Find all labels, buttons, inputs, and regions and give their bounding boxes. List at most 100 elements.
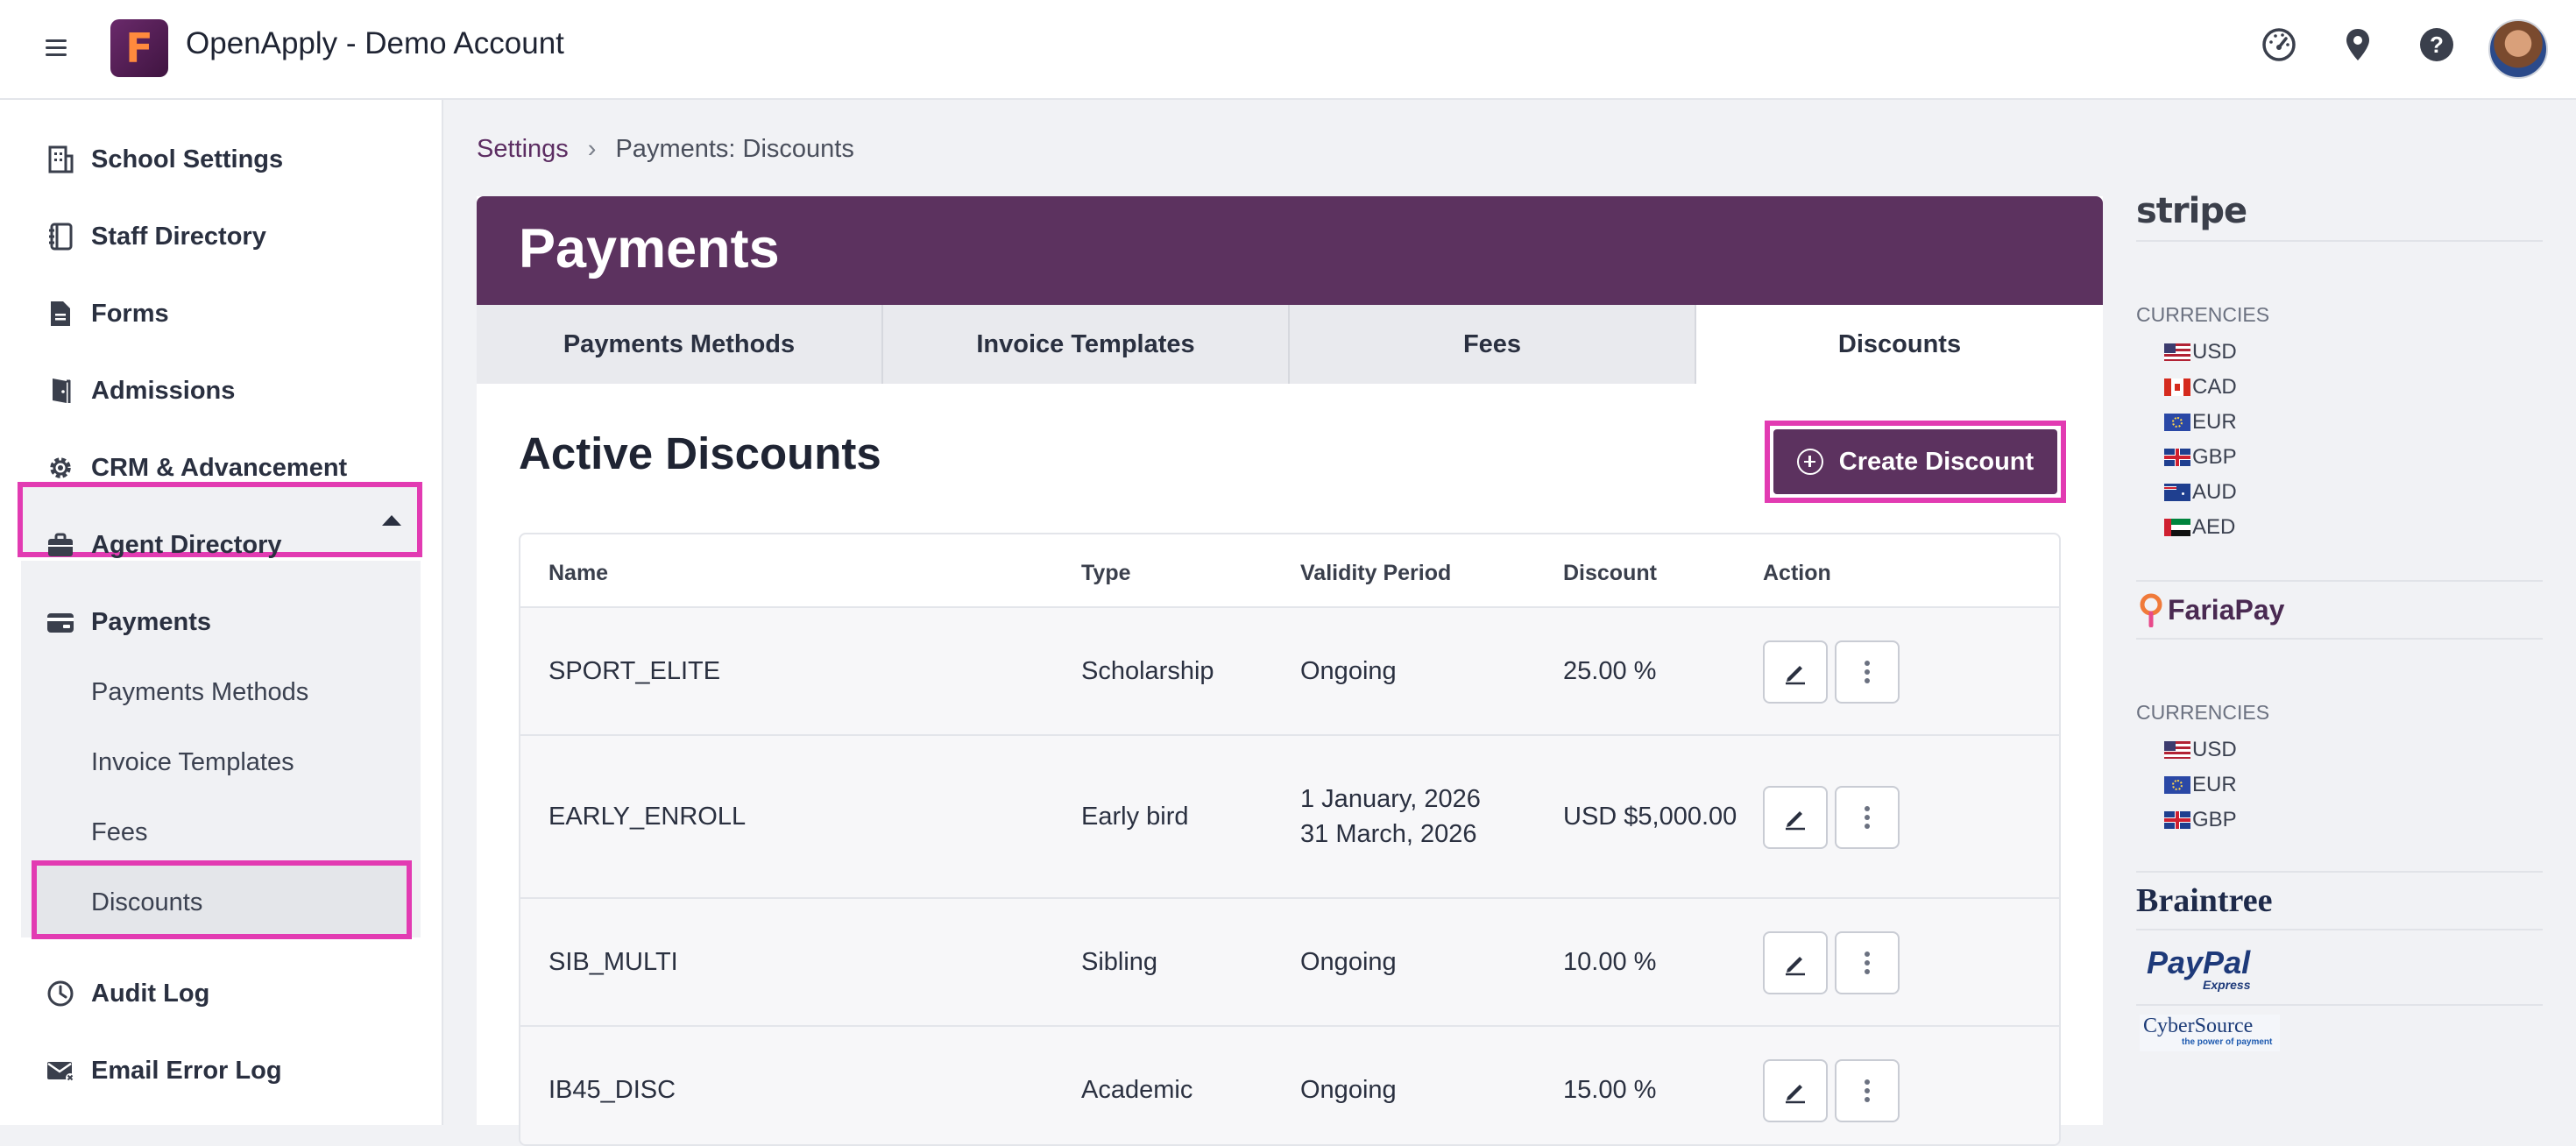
tab-discounts[interactable]: Discounts xyxy=(1696,305,2103,384)
edit-button[interactable] xyxy=(1763,786,1828,849)
cell-discount: 10.00 % xyxy=(1563,948,1657,976)
cell-validity-end: 31 March, 2026 xyxy=(1300,820,1477,848)
eu-flag-icon xyxy=(2164,776,2190,794)
vertical-dots-icon xyxy=(1865,951,1870,974)
divider xyxy=(2136,638,2543,640)
sidebar-item-admissions[interactable]: Admissions xyxy=(46,364,235,417)
currency-label: USD xyxy=(2192,340,2237,364)
vertical-dots-icon xyxy=(1865,1079,1870,1102)
currency-usd: USD xyxy=(2164,340,2237,364)
sidebar-item-staff-directory[interactable]: Staff Directory xyxy=(46,210,266,263)
discounts-highlight xyxy=(32,860,412,939)
sidebar-item-label: CRM & Advancement xyxy=(91,453,348,482)
sidebar-item-label: Payments xyxy=(91,607,212,636)
eu-flag-icon xyxy=(2164,414,2190,431)
mail-error-icon xyxy=(46,1056,75,1086)
sidebar-subitem-fees[interactable]: Fees xyxy=(91,818,147,847)
hamburger-menu-icon[interactable] xyxy=(46,35,67,61)
divider xyxy=(2136,929,2543,930)
help-icon[interactable]: ? xyxy=(2418,26,2455,63)
sidebar-subitem-payments-methods[interactable]: Payments Methods xyxy=(91,678,308,707)
sidebar-item-agent-directory[interactable]: Agent Directory xyxy=(46,519,282,571)
column-header-name: Name xyxy=(548,561,609,585)
braintree-label: Braintree xyxy=(2136,882,2273,919)
pencil-icon xyxy=(1786,811,1805,831)
tab-invoice-templates[interactable]: Invoice Templates xyxy=(883,305,1290,384)
fariapay-icon xyxy=(2140,593,2162,627)
cybersource-tagline: the power of payment xyxy=(2182,1037,2273,1047)
vertical-dots-icon xyxy=(1865,661,1870,683)
sidebar-item-label: School Settings xyxy=(91,145,284,173)
more-options-button[interactable] xyxy=(1835,786,1900,849)
user-avatar[interactable] xyxy=(2488,19,2548,79)
breadcrumb-settings-link[interactable]: Settings xyxy=(477,135,569,163)
uk-flag-icon xyxy=(2164,811,2190,829)
divider xyxy=(2136,1004,2543,1006)
sidebar-subitem-invoice-templates[interactable]: Invoice Templates xyxy=(91,748,294,777)
us-flag-icon xyxy=(2164,343,2190,361)
location-pin-icon[interactable] xyxy=(2339,26,2376,63)
edit-button[interactable] xyxy=(1763,931,1828,994)
table-row: SIB_MULTI Sibling Ongoing 10.00 % xyxy=(520,897,2059,1025)
plus-circle-icon xyxy=(1796,449,1823,475)
tab-payments-methods[interactable]: Payments Methods xyxy=(477,305,883,384)
divider xyxy=(2136,240,2543,242)
sidebar-item-label: Agent Directory xyxy=(91,530,282,559)
cell-validity: Ongoing xyxy=(1300,948,1397,976)
currency-label: GBP xyxy=(2192,808,2237,831)
panel-header: Payments xyxy=(477,196,2103,305)
briefcase-icon xyxy=(46,530,75,560)
sidebar-item-email-error-log[interactable]: Email Error Log xyxy=(46,1044,282,1097)
more-options-button[interactable] xyxy=(1835,1059,1900,1122)
sidebar-item-label: Forms xyxy=(91,299,169,328)
column-header-validity: Validity Period xyxy=(1300,561,1452,585)
column-header-type: Type xyxy=(1081,561,1131,585)
app-title: OpenApply - Demo Account xyxy=(186,26,564,60)
paypal-sub-label: Express xyxy=(2203,978,2251,992)
cell-type: Sibling xyxy=(1081,948,1158,976)
ae-flag-icon xyxy=(2164,519,2190,536)
currency-eur: EUR xyxy=(2164,410,2237,435)
currency-usd: USD xyxy=(2164,738,2237,762)
chevron-up-icon[interactable] xyxy=(382,515,401,526)
currency-gbp: GBP xyxy=(2164,445,2237,470)
sidebar-subitem-discounts[interactable]: Discounts xyxy=(91,888,202,917)
us-flag-icon xyxy=(2164,741,2190,759)
stripe-logo: stripe xyxy=(2136,191,2247,231)
table-row: IB45_DISC Academic Ongoing 15.00 % xyxy=(520,1025,2059,1144)
discounts-table: Name Type Validity Period Discount Actio… xyxy=(519,533,2061,1146)
dashboard-icon[interactable] xyxy=(2261,26,2297,63)
book-icon xyxy=(46,222,75,251)
pencil-icon xyxy=(1786,1085,1805,1104)
breadcrumb: Settings › Payments: Discounts xyxy=(477,135,854,164)
cybersource-logo: CyberSource the power of payment xyxy=(2140,1015,2280,1051)
cell-validity-start: 1 January, 2026 xyxy=(1300,785,1481,813)
logo-letter: F xyxy=(125,25,153,72)
sidebar-item-crm-advancement[interactable]: CRM & Advancement xyxy=(46,442,347,494)
currency-aud: AUD xyxy=(2164,480,2237,505)
sidebar-item-label: Audit Log xyxy=(91,979,210,1008)
tab-fees[interactable]: Fees xyxy=(1290,305,1696,384)
edit-button[interactable] xyxy=(1763,1059,1828,1122)
sidebar-item-forms[interactable]: Forms xyxy=(46,287,169,340)
gear-icon xyxy=(46,453,75,483)
column-header-action: Action xyxy=(1763,561,1831,585)
cell-name: SPORT_ELITE xyxy=(548,657,721,685)
sidebar-item-school-settings[interactable]: School Settings xyxy=(46,133,283,186)
braintree-logo: Braintree xyxy=(2136,881,2272,920)
edit-button[interactable] xyxy=(1763,640,1828,704)
vertical-dots-icon xyxy=(1865,806,1870,829)
sidebar-item-payments[interactable]: Payments xyxy=(46,596,211,648)
sidebar-item-audit-log[interactable]: Audit Log xyxy=(46,967,209,1020)
create-discount-button[interactable]: Create Discount xyxy=(1773,429,2057,494)
table-row: EARLY_ENROLL Early bird 1 January, 2026 … xyxy=(520,734,2059,897)
more-options-button[interactable] xyxy=(1835,931,1900,994)
currency-label: AUD xyxy=(2192,480,2237,504)
app-logo[interactable]: F xyxy=(110,19,168,77)
building-icon xyxy=(46,145,75,174)
section-title: Active Discounts xyxy=(519,428,881,478)
more-options-button[interactable] xyxy=(1835,640,1900,704)
top-bar: F OpenApply - Demo Account ? xyxy=(0,0,2576,100)
table-row: SPORT_ELITE Scholarship Ongoing 25.00 % xyxy=(520,606,2059,734)
currencies-title: CURRENCIES xyxy=(2136,303,2270,326)
